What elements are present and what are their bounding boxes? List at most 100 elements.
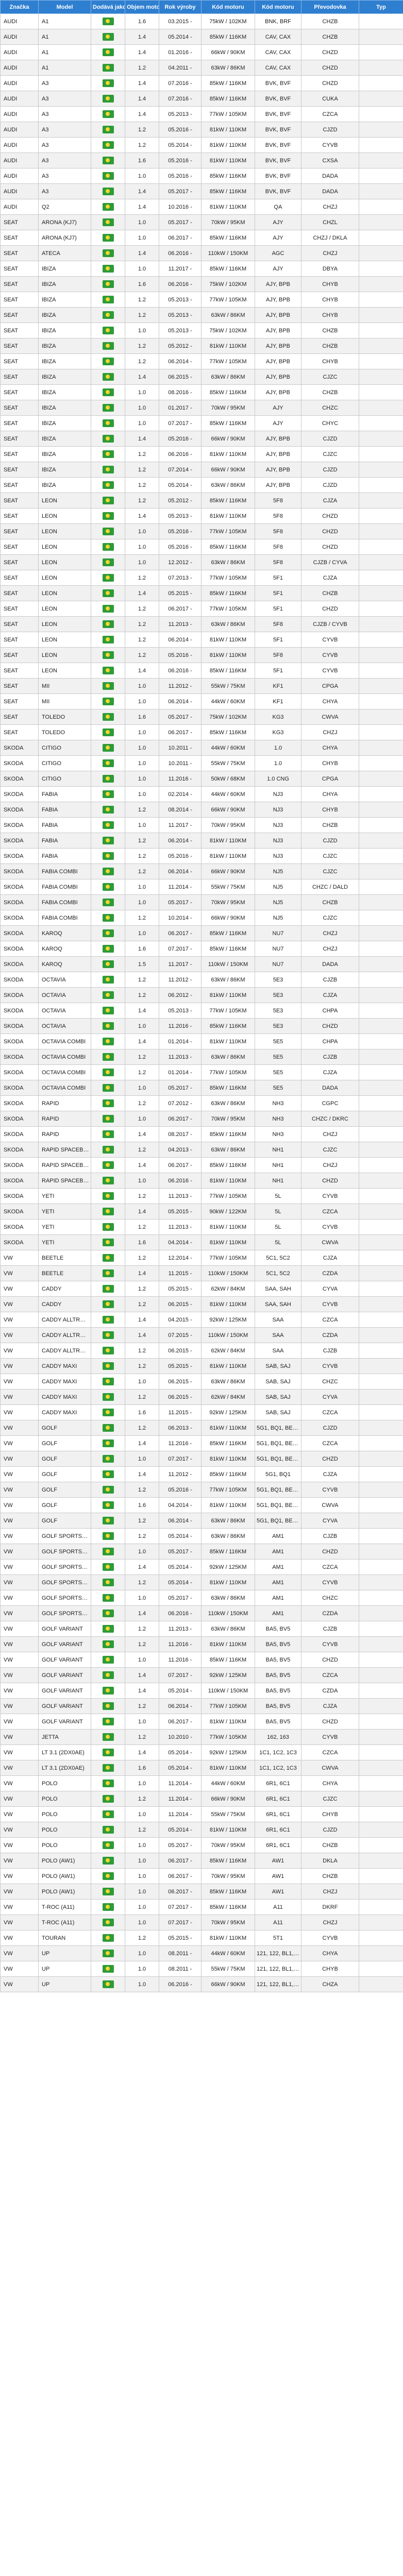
table-cell [359,44,403,60]
table-cell: 11.2014 - [159,1806,202,1822]
flag-icon [102,1594,114,1602]
table-cell: 06.2013 - [159,1420,202,1436]
table-cell: 1.0 [125,740,159,756]
supplier-flag-cell [91,1482,125,1498]
table-cell: 06.2012 - [159,987,202,1003]
supplier-flag-cell [91,1729,125,1745]
table-cell: A11 [255,1899,301,1915]
table-row: AUDI Q2 1.4 10.2016 -81kW / 110KM QA CHZJ [0,199,403,215]
supplier-flag-cell [91,941,125,957]
flag-icon [102,265,114,273]
flag-icon [102,79,114,87]
table-cell: 05.2015 - [159,1281,202,1297]
table-cell: CHZD [301,508,359,524]
table-cell: CHZJ [301,199,359,215]
table-cell: VW [0,1853,39,1869]
table-cell [359,632,403,648]
table-cell: 1.2 [125,1095,159,1111]
supplier-flag-cell [91,972,125,988]
supplier-flag-cell [91,1744,125,1760]
supplier-flag-cell [91,1822,125,1838]
table-cell: AM1 [255,1544,301,1560]
table-cell: GOLF SPORTSVAN [38,1590,91,1606]
table-cell: OCTAVIA [38,1003,91,1019]
table-cell [359,1188,403,1204]
table-cell: VW [0,1884,39,1900]
table-cell: CYVB [301,1219,359,1235]
table-row: VW GOLF SPORTSVAN 1.0 05.2017 -85kW / 116KM… [0,1544,403,1560]
table-cell: 63kW / 86KM [201,616,255,632]
table-row: SEAT IBIZA 1.2 05.2013 -77kW / 105KM AJY, BP… [0,292,403,308]
table-cell: 77kW / 105KM [201,1003,255,1019]
table-cell: 1.0 [125,1544,159,1560]
table-cell: SKODA [0,1188,39,1204]
table-cell: 5G1, BQ1, BE1, BE2 [255,1482,301,1498]
table-row: AUDI A3 1.4 05.2017 -85kW / 116KM BVK, BVF DA… [0,183,403,199]
table-cell: SAA [255,1343,301,1359]
table-cell: VW [0,1466,39,1482]
table-cell: AM1 [255,1590,301,1606]
table-cell: 05.2013 - [159,323,202,338]
flag-icon [102,358,114,365]
table-cell [359,508,403,524]
table-cell: AW1 [255,1853,301,1869]
table-cell: BVK, BVF [255,122,301,138]
table-cell: 05.2013 - [159,307,202,323]
table-cell: 11.2016 - [159,1435,202,1451]
table-cell: BNK, BRF [255,13,301,29]
table-cell: 110kW / 150KM [201,956,255,972]
table-cell: VW [0,1791,39,1807]
table-cell: SKODA [0,1018,39,1034]
table-cell: 1.2 [125,353,159,369]
flag-icon [102,620,114,628]
table-cell: 1.0 [125,168,159,184]
table-cell: VW [0,1899,39,1915]
table-cell: 81kW / 110KM [201,632,255,648]
table-cell: 44kW / 60KM [201,1945,255,1961]
table-cell: 1.4 [125,508,159,524]
table-cell: RAPID [38,1126,91,1142]
table-cell: 1.4 [125,1003,159,1019]
table-cell [359,709,403,725]
table-cell: 75kW / 102KM [201,323,255,338]
table-cell: A3 [38,168,91,184]
table-cell: 12.2012 - [159,554,202,570]
table-cell: 85kW / 116KM [201,925,255,941]
table-cell: AUDI [0,29,39,45]
table-cell: 1.4 [125,183,159,199]
table-cell: VW [0,1528,39,1544]
table-cell: CHZB [301,323,359,338]
supplier-flag-cell [91,137,125,153]
table-row: SKODA OCTAVIA 1.2 11.2012 -63kW / 86KM 5E3 CJ… [0,972,403,988]
table-cell: 85kW / 116KM [201,1157,255,1173]
table-row: SKODA OCTAVIA COMBI 1.2 11.2013 -63kW / 86K… [0,1049,403,1065]
flag-icon [102,713,114,721]
supplier-flag-cell [91,554,125,570]
table-row: VW TOURAN 1.2 05.2015 -81kW / 110KM 5T1 CYVB [0,1930,403,1946]
table-cell: 77kW / 105KM [201,601,255,617]
table-cell: 77kW / 105KM [201,353,255,369]
table-cell: 1.0 [125,1714,159,1730]
table-cell: VW [0,1760,39,1776]
table-cell: 5L [255,1188,301,1204]
table-cell: 06.2015 - [159,1296,202,1312]
flag-icon [102,1424,114,1432]
table-cell: 1.6 [125,1760,159,1776]
table-row: SEAT IBIZA 1.0 11.2017 -85kW / 116KM AJY DBYA [0,261,403,277]
table-cell: 11.2017 - [159,817,202,833]
table-cell: CYVA [301,1281,359,1297]
table-cell: SKODA [0,1049,39,1065]
table-cell: CITIGO [38,771,91,787]
table-cell: SEAT [0,493,39,509]
table-cell: GOLF SPORTSVAN [38,1605,91,1621]
table-cell: 06.2015 - [159,1343,202,1359]
table-cell [359,1265,403,1281]
table-row: SEAT LEON 1.2 07.2013 -77kW / 105KM 5F1 CJZA [0,570,403,586]
table-cell: 11.2013 - [159,1621,202,1637]
table-cell: 81kW / 110KM [201,1451,255,1467]
table-cell: LEON [38,554,91,570]
table-cell: 81kW / 110KM [201,647,255,663]
flag-icon [102,1393,114,1401]
flag-icon [102,1455,114,1463]
flag-icon [102,1579,114,1586]
